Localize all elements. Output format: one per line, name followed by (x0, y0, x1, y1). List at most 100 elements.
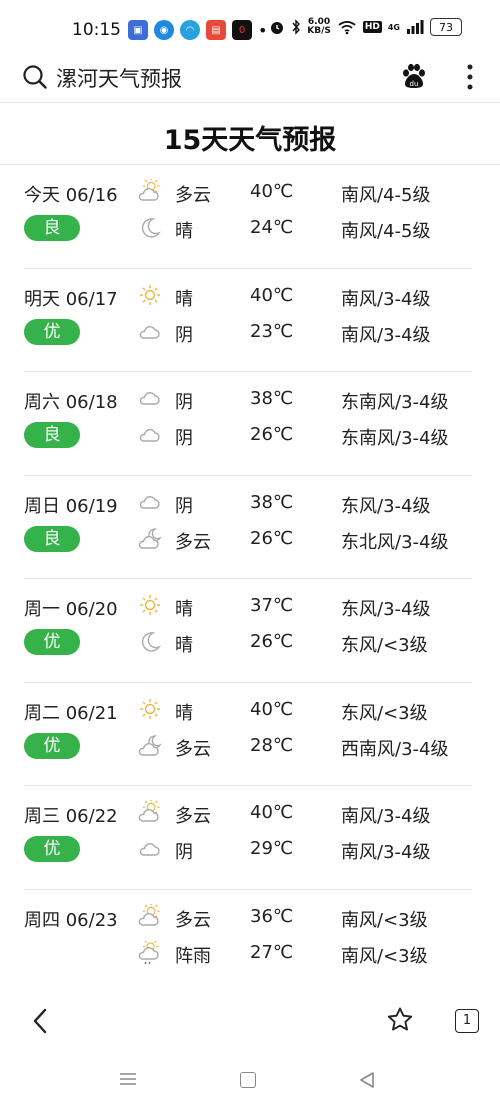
night-temperature: 26℃ (250, 631, 294, 652)
bookmark-star-icon[interactable] (386, 1006, 414, 1034)
sun-icon (140, 698, 160, 719)
forecast-date: 周日 06/19 (24, 495, 118, 517)
status-notification-icons: ▣ ◉ ◠ ▤ 0 • (128, 20, 267, 40)
partly-cloudy-day-icon (138, 179, 160, 201)
night-wind: 南风/<3级 (341, 945, 428, 967)
day-temperature: 40℃ (250, 181, 294, 202)
night-wind: 南风/4-5级 (341, 221, 431, 242)
day-wind: 南风/4-5级 (341, 185, 431, 206)
signal-icon (407, 20, 424, 34)
air-quality-badge: 优 (24, 732, 80, 759)
night-condition: 阴 (175, 324, 193, 346)
night-wind: 西南风/3-4级 (341, 738, 449, 760)
night-condition: 晴 (175, 635, 193, 656)
night-condition: 多云 (175, 738, 211, 760)
moon-icon (141, 218, 161, 238)
day-temperature: 40℃ (250, 698, 294, 720)
day-temperature: 38℃ (250, 491, 294, 513)
forecast-day-row[interactable]: 明天 06/17 优 晴 40℃ 南风/3-4级 阴 23℃ 南风/3-4级 (24, 269, 472, 372)
forecast-day-row[interactable]: 今天 06/16 良 多云 40℃ 南风/4-5级 晴 24℃ 南风/4-5级 (24, 165, 472, 269)
status-time: 10:15 (72, 20, 121, 40)
night-temperature: 23℃ (250, 320, 294, 342)
forecast-day-row[interactable]: 周四 06/23 多云 36℃ 南风/<3级 阵雨 27℃ 南风/<3级 (24, 890, 472, 993)
forecast-date: 周四 06/23 (24, 909, 118, 931)
network-type: 4G (387, 22, 400, 32)
search-icon[interactable] (22, 64, 48, 90)
day-temperature: 40℃ (250, 284, 294, 306)
forecast-date: 周三 06/22 (24, 806, 118, 827)
day-wind: 南风/3-4级 (341, 288, 431, 310)
day-condition: 多云 (175, 806, 211, 827)
app-notification-icon: 0 (232, 20, 252, 40)
partly-cloudy-night-icon (138, 527, 162, 549)
partly-cloudy-day-icon (138, 800, 160, 822)
night-wind: 东风/<3级 (341, 635, 428, 656)
wifi-icon (338, 21, 356, 35)
network-speed: 6.00 KB/S (307, 18, 331, 36)
alarm-icon (271, 22, 284, 34)
night-temperature: 27℃ (250, 941, 294, 963)
night-wind: 东北风/3-4级 (341, 531, 449, 553)
network-speed-unit: KB/S (307, 26, 331, 36)
bluetooth-icon (292, 19, 301, 35)
forecast-day-row[interactable]: 周二 06/21 优 晴 40℃ 东风/<3级 多云 28℃ 西南风/3-4级 (24, 683, 472, 786)
more-notifications-dot-icon: • (258, 20, 268, 40)
home-icon[interactable] (240, 1072, 256, 1088)
search-bar[interactable]: 漯河天气预报 du (0, 52, 500, 103)
day-temperature: 38℃ (250, 388, 294, 409)
day-condition: 阴 (175, 495, 193, 517)
night-temperature: 29℃ (250, 838, 294, 859)
forecast-date: 今天 06/16 (24, 185, 118, 206)
cloud-icon (139, 495, 160, 509)
more-options-icon[interactable] (466, 62, 474, 92)
sun-icon (140, 284, 160, 305)
forecast-day-row[interactable]: 周日 06/19 良 阴 38℃ 东风/3-4级 多云 26℃ 东北风/3-4级 (24, 476, 472, 579)
air-quality-badge: 优 (24, 836, 80, 862)
recent-apps-icon[interactable] (119, 1072, 137, 1086)
night-wind: 南风/3-4级 (341, 324, 431, 346)
page-title: 15天天气预报 (163, 125, 337, 156)
air-quality-badge: 良 (24, 525, 80, 552)
day-condition: 多云 (175, 909, 211, 931)
app-notification-icon: ▤ (206, 20, 226, 40)
partly-cloudy-day-icon (138, 903, 160, 926)
app-notification-icon: ▣ (128, 20, 148, 40)
day-condition: 晴 (175, 599, 193, 620)
day-condition: 晴 (175, 288, 193, 310)
back-icon[interactable] (30, 1007, 50, 1035)
day-wind: 南风/<3级 (341, 909, 428, 931)
day-wind: 东风/<3级 (341, 702, 428, 724)
night-condition: 阴 (175, 428, 193, 449)
cloud-icon (139, 325, 160, 339)
day-condition: 晴 (175, 702, 193, 724)
forecast-date: 周六 06/18 (24, 392, 118, 413)
forecast-day-row[interactable]: 周六 06/18 良 阴 38℃ 东南风/3-4级 阴 26℃ 东南风/3-4级 (24, 372, 472, 476)
night-wind: 南风/3-4级 (341, 842, 431, 863)
search-query[interactable]: 漯河天气预报 (56, 63, 182, 93)
svg-text:du: du (410, 80, 419, 88)
baidu-paw-icon[interactable]: du (400, 62, 428, 90)
forecast-date: 明天 06/17 (24, 288, 118, 310)
air-quality-badge: 优 (24, 629, 80, 655)
day-temperature: 36℃ (250, 905, 294, 927)
forecast-date: 周一 06/20 (24, 599, 118, 620)
forecast-day-row[interactable]: 周一 06/20 优 晴 37℃ 东风/3-4级 晴 26℃ 东风/<3级 (24, 579, 472, 683)
day-temperature: 37℃ (250, 595, 294, 616)
night-condition: 晴 (175, 221, 193, 242)
forecast-day-row[interactable]: 周三 06/22 优 多云 40℃ 南风/3-4级 阴 29℃ 南风/3-4级 (24, 786, 472, 890)
tabs-count-button[interactable]: 1 (455, 1009, 479, 1033)
system-navigation-bar (0, 1060, 500, 1100)
hd-badge: HD (362, 21, 382, 33)
partly-cloudy-night-icon (138, 734, 162, 756)
day-wind: 东风/3-4级 (341, 599, 431, 620)
air-quality-badge: 良 (24, 422, 80, 448)
night-wind: 东南风/3-4级 (341, 428, 449, 449)
night-condition: 多云 (175, 531, 211, 553)
browser-bottom-bar: 1 (0, 990, 500, 1050)
status-system-icons: 6.00 KB/S HD 4G 73 (269, 18, 462, 36)
day-wind: 南风/3-4级 (341, 806, 431, 827)
day-wind: 东风/3-4级 (341, 495, 431, 517)
night-condition: 阵雨 (175, 945, 211, 967)
system-back-icon[interactable] (358, 1071, 376, 1089)
moon-icon (141, 632, 161, 652)
